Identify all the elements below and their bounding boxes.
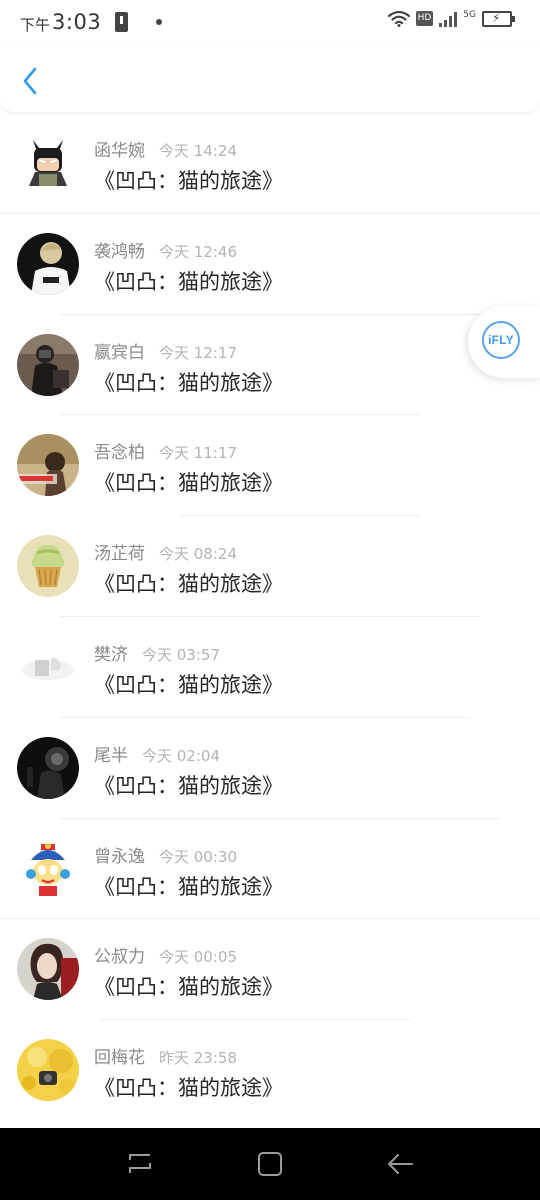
item-meta: 汤芷荷 今天 08:24 [94, 539, 237, 564]
back-icon [388, 1154, 413, 1174]
status-ampm: 下午 [20, 16, 51, 34]
network-type: 5G [463, 9, 476, 20]
ifly-icon: iFLY [482, 321, 520, 359]
avatar[interactable] [17, 132, 79, 194]
avatar[interactable] [17, 635, 79, 698]
chevron-left-icon [23, 67, 37, 95]
home-button[interactable] [254, 1148, 286, 1180]
battery-warning-icon [115, 11, 129, 32]
avatar[interactable] [17, 837, 79, 900]
home-icon [258, 1152, 282, 1176]
username[interactable]: 吾念柏 [94, 438, 145, 463]
item-meta: 嬴宾白 今天 12:17 [94, 338, 237, 363]
list-item[interactable]: 嬴宾白 今天 12:17 《凹凸：猫的旅途》 [0, 315, 540, 416]
timestamp: 昨天 23:58 [159, 1049, 237, 1068]
item-content: 《凹凸：猫的旅途》 [94, 370, 283, 395]
username[interactable]: 曾永逸 [94, 842, 145, 867]
item-content: 《凹凸：猫的旅途》 [94, 975, 283, 1000]
battery-charging-icon: ⚡ [482, 10, 515, 27]
item-content: 《凹凸：猫的旅途》 [94, 572, 283, 597]
item-meta: 函华婉 今天 14:24 [94, 136, 237, 161]
avatar[interactable] [17, 535, 79, 598]
item-content: 《凹凸：猫的旅途》 [94, 471, 283, 496]
list-item[interactable]: 汤芷荷 今天 08:24 《凹凸：猫的旅途》 [0, 516, 540, 617]
timestamp: 今天 03:57 [142, 645, 220, 664]
list-item[interactable]: 回梅花 昨天 23:58 《凹凸：猫的旅途》 [0, 1020, 540, 1121]
back-button[interactable] [16, 64, 44, 98]
status-bar: 下午 3:03 HD 5G ⚡ [0, 0, 540, 44]
ifly-floating-button[interactable]: iFLY [468, 306, 540, 378]
status-left: 下午 3:03 [20, 8, 163, 35]
wifi-icon [387, 10, 410, 27]
item-content: 《凹凸：猫的旅途》 [94, 773, 283, 798]
timestamp: 今天 14:24 [159, 142, 237, 160]
item-meta: 公叔力 今天 00:05 [94, 942, 237, 967]
item-content: 《凹凸：猫的旅途》 [94, 269, 283, 294]
notification-dot-icon [156, 18, 163, 25]
timestamp: 今天 12:46 [159, 242, 237, 261]
timestamp: 今天 08:24 [159, 545, 237, 564]
avatar[interactable] [17, 333, 79, 396]
avatar[interactable] [17, 1039, 79, 1102]
item-content: 《凹凸：猫的旅途》 [94, 169, 283, 193]
item-content: 《凹凸：猫的旅途》 [94, 874, 283, 899]
username[interactable]: 回梅花 [94, 1043, 145, 1068]
signal-icon [439, 11, 458, 27]
header [0, 44, 540, 113]
username[interactable]: 嬴宾白 [94, 338, 145, 363]
item-meta: 尾半 今天 02:04 [94, 741, 220, 766]
timestamp: 今天 00:30 [159, 847, 237, 866]
list-item[interactable]: 袭鸿畅 今天 12:46 《凹凸：猫的旅途》 [0, 214, 540, 315]
item-content: 《凹凸：猫的旅途》 [94, 1076, 283, 1101]
avatar[interactable] [17, 232, 79, 295]
recent-apps-icon [129, 1154, 151, 1173]
comment-list: 函华婉 今天 14:24 《凹凸：猫的旅途》 袭鸿畅 今天 12:46 《凹凸：… [0, 113, 540, 1121]
item-meta: 袭鸿畅 今天 12:46 [94, 237, 237, 262]
list-item[interactable]: 樊济 今天 03:57 《凹凸：猫的旅途》 [0, 617, 540, 718]
timestamp: 今天 00:05 [159, 948, 237, 967]
avatar[interactable] [17, 434, 79, 497]
list-item[interactable]: 曾永逸 今天 00:30 《凹凸：猫的旅途》 [0, 819, 540, 920]
list-item[interactable]: 吾念柏 今天 11:17 《凹凸：猫的旅途》 [0, 415, 540, 517]
timestamp: 今天 11:17 [159, 444, 237, 463]
back-nav-button[interactable] [384, 1148, 416, 1180]
username[interactable]: 袭鸿畅 [94, 237, 145, 262]
system-nav-bar [0, 1128, 540, 1200]
item-meta: 曾永逸 今天 00:30 [94, 842, 237, 867]
item-content: 《凹凸：猫的旅途》 [94, 672, 283, 697]
username[interactable]: 汤芷荷 [94, 539, 145, 564]
timestamp: 今天 12:17 [159, 343, 237, 362]
timestamp: 今天 02:04 [142, 746, 220, 765]
item-meta: 回梅花 昨天 23:58 [94, 1043, 237, 1068]
list-item[interactable]: 尾半 今天 02:04 《凹凸：猫的旅途》 [0, 718, 540, 819]
list-item[interactable]: 函华婉 今天 14:24 《凹凸：猫的旅途》 [0, 113, 540, 214]
username[interactable]: 尾半 [94, 741, 128, 766]
username[interactable]: 函华婉 [94, 136, 145, 161]
item-meta: 樊济 今天 03:57 [94, 640, 220, 665]
item-meta: 吾念柏 今天 11:17 [94, 438, 237, 463]
username[interactable]: 公叔力 [94, 942, 145, 967]
hd-icon: HD [415, 11, 434, 26]
list-item[interactable]: 公叔力 今天 00:05 《凹凸：猫的旅途》 [0, 919, 540, 1021]
avatar[interactable] [17, 736, 79, 799]
status-time: 3:03 [52, 9, 102, 34]
username[interactable]: 樊济 [94, 640, 128, 665]
recent-apps-button[interactable] [124, 1148, 156, 1180]
status-right: HD 5G ⚡ [387, 9, 515, 27]
avatar[interactable] [17, 938, 79, 1001]
